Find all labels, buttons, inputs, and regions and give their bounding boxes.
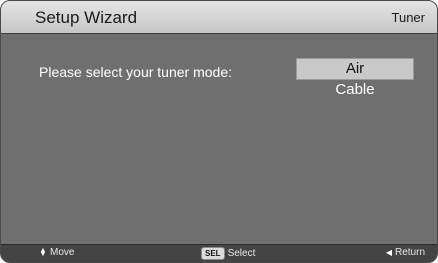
- sel-key-icon: SEL: [201, 247, 225, 260]
- section-label: Tuner: [391, 10, 425, 25]
- tuner-mode-prompt: Please select your tuner mode:: [39, 64, 232, 80]
- setup-wizard-screen: Setup Wizard Tuner Please select your tu…: [0, 0, 438, 263]
- left-arrow-icon: ◀: [385, 248, 392, 257]
- select-hint: SEL Select: [201, 247, 255, 260]
- page-title: Setup Wizard: [35, 8, 138, 27]
- tuner-mode-options: Air Cable: [296, 58, 414, 100]
- return-label: Return: [394, 247, 425, 258]
- move-hint: ▲ ▼ Move: [39, 246, 75, 259]
- option-cable[interactable]: Cable: [296, 80, 414, 100]
- footer-bar: ▲ ▼ Move SEL Select ◀ Return: [1, 244, 437, 262]
- select-label: Select: [227, 248, 256, 259]
- option-air[interactable]: Air: [296, 58, 414, 80]
- return-hint: ◀ Return: [386, 247, 425, 258]
- content-area: Please select your tuner mode: Air Cable: [1, 34, 437, 245]
- move-label: Move: [50, 247, 75, 258]
- header-bar: Setup Wizard Tuner: [1, 1, 437, 34]
- up-down-arrow-icon: ▲ ▼: [39, 246, 47, 258]
